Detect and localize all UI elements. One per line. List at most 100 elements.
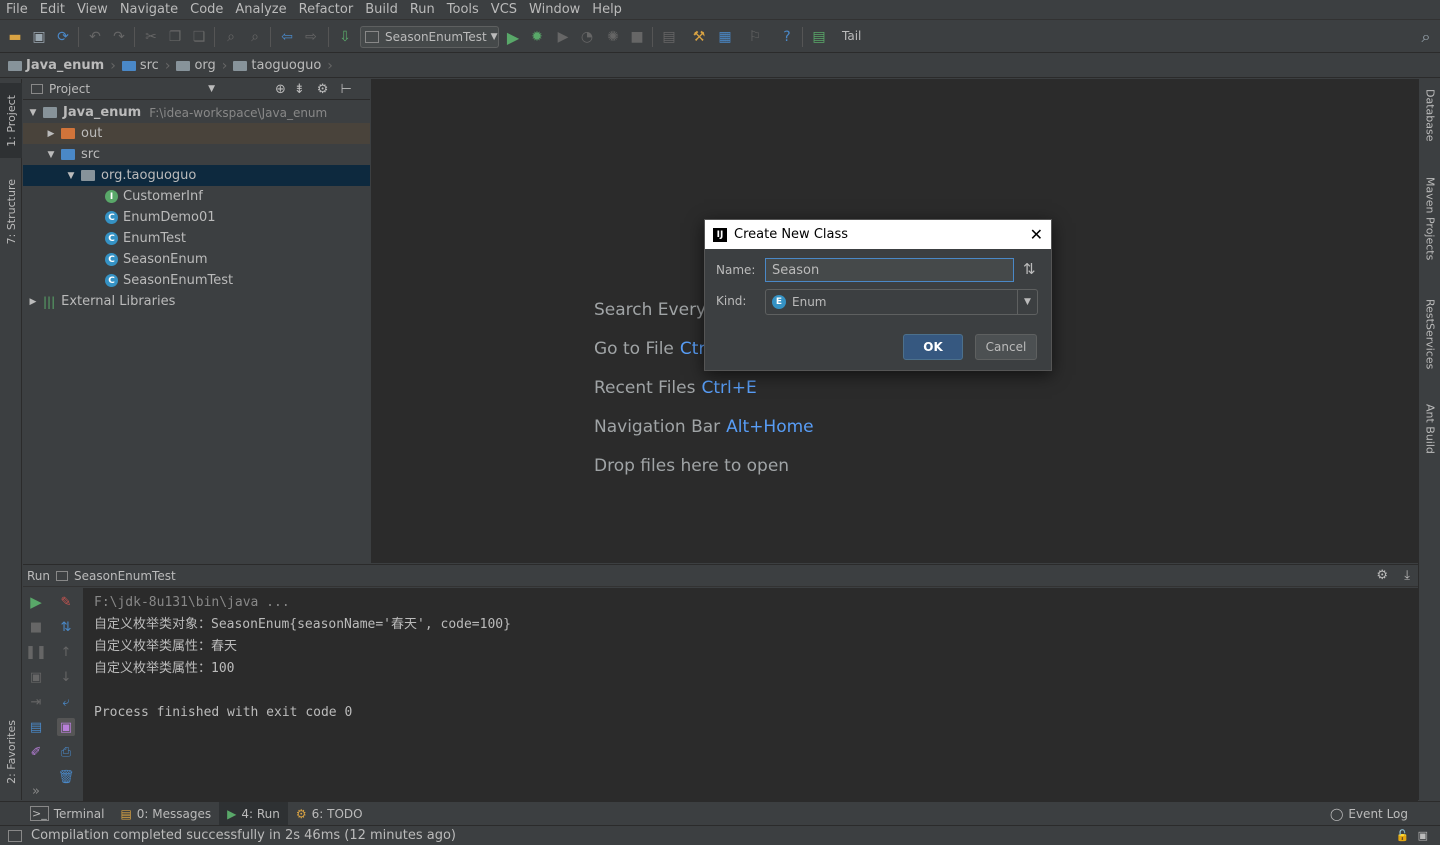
- run-icon[interactable]: ▶: [504, 28, 522, 47]
- down-arrow-icon[interactable]: ↓: [57, 668, 75, 686]
- menu-file[interactable]: File: [0, 0, 34, 20]
- tree-item-java-enum[interactable]: ▼ Java_enum F:\idea-workspace\Java_enum: [23, 102, 370, 123]
- build-project-icon[interactable]: ⇩: [336, 28, 354, 46]
- tab-maven-projects[interactable]: Maven Projects: [1419, 177, 1440, 277]
- menu-refactor[interactable]: Refactor: [293, 0, 360, 20]
- tab-database[interactable]: Database: [1419, 89, 1440, 159]
- lock-icon[interactable]: 🔓: [1396, 829, 1410, 842]
- tail-label[interactable]: Tail: [842, 29, 861, 43]
- stop-icon[interactable]: ■: [628, 28, 646, 46]
- concurrency-icon[interactable]: ✺: [604, 28, 622, 46]
- rerun-icon[interactable]: ▶: [27, 593, 45, 611]
- pause-icon[interactable]: ❚❚: [25, 643, 47, 661]
- project-structure-icon[interactable]: ▤: [660, 28, 678, 46]
- tab-structure[interactable]: 7: Structure: [0, 169, 22, 254]
- tab-rest-services[interactable]: RestServices: [1419, 299, 1440, 384]
- redo-icon[interactable]: ↷: [110, 28, 128, 46]
- hector-icon[interactable]: ▣: [1418, 829, 1428, 842]
- tool-windows-icon[interactable]: [8, 829, 22, 842]
- back-icon[interactable]: ⇦: [278, 28, 296, 46]
- tab-run[interactable]: ▶ 4: Run: [219, 801, 288, 826]
- forward-icon[interactable]: ⇨: [302, 28, 320, 46]
- replace-icon[interactable]: ⌕: [246, 28, 264, 46]
- hide-panel-icon[interactable]: ⊢: [340, 82, 351, 97]
- more-icon[interactable]: »: [27, 782, 45, 800]
- tree-item-src[interactable]: ▼ src: [23, 144, 370, 165]
- breadcrumb-src[interactable]: src: [121, 58, 159, 73]
- cancel-button[interactable]: Cancel: [975, 334, 1037, 360]
- tree-item-org-taoguoguo[interactable]: ▼ org.taoguoguo: [23, 165, 370, 186]
- run-configuration-select[interactable]: SeasonEnumTest ▼: [360, 26, 499, 48]
- tree-item-out[interactable]: ▶ out: [23, 123, 370, 144]
- menu-help[interactable]: Help: [586, 0, 628, 20]
- menu-vcs[interactable]: VCS: [485, 0, 523, 20]
- menu-build[interactable]: Build: [359, 0, 404, 20]
- sdk-icon[interactable]: ⚐: [746, 28, 764, 46]
- debug-icon[interactable]: ✹: [528, 28, 546, 46]
- exit-icon[interactable]: ⇥: [27, 693, 45, 711]
- breadcrumb-project[interactable]: Java_enum: [8, 58, 104, 73]
- breadcrumb-org[interactable]: org: [176, 58, 216, 73]
- tree-item-enumdemo01[interactable]: C EnumDemo01: [23, 207, 370, 228]
- paste-icon[interactable]: ❏: [190, 28, 208, 46]
- collapsed-arrow-icon[interactable]: ▶: [45, 129, 57, 139]
- stop-icon[interactable]: ■: [27, 618, 45, 636]
- tab-project[interactable]: 1: Project: [0, 83, 22, 158]
- menu-analyze[interactable]: Analyze: [229, 0, 292, 20]
- sort-arrows-icon[interactable]: ⇅: [1023, 260, 1036, 278]
- print-icon[interactable]: ⎙: [57, 743, 75, 761]
- tab-ant-build[interactable]: Ant Build: [1419, 404, 1440, 474]
- tab-favorites[interactable]: 2: Favorites: [0, 709, 22, 794]
- tree-item-enumtest[interactable]: C EnumTest: [23, 228, 370, 249]
- expanded-arrow-icon[interactable]: ▼: [65, 171, 77, 181]
- expanded-arrow-icon[interactable]: ▼: [45, 150, 57, 160]
- pin-icon[interactable]: ✐: [27, 743, 45, 761]
- run-config-tab[interactable]: SeasonEnumTest: [74, 569, 176, 583]
- save-all-icon[interactable]: ▣: [30, 28, 48, 46]
- menu-navigate[interactable]: Navigate: [114, 0, 184, 20]
- tab-event-log[interactable]: ◯ Event Log: [1322, 802, 1416, 826]
- dialog-title-bar[interactable]: IJ Create New Class ✕: [705, 220, 1051, 249]
- gear-icon[interactable]: ⚙: [317, 82, 329, 97]
- tab-terminal[interactable]: >_ Terminal: [22, 802, 112, 826]
- tree-item-seasonenumtest[interactable]: C SeasonEnumTest: [23, 270, 370, 291]
- chevron-down-icon[interactable]: ▼: [208, 84, 215, 94]
- layout-icon[interactable]: ▤: [27, 718, 45, 736]
- run-coverage-icon[interactable]: ▶: [554, 28, 572, 46]
- sync-icon[interactable]: ⟳: [54, 28, 72, 46]
- cut-icon[interactable]: ✂: [142, 28, 160, 46]
- collapsed-arrow-icon[interactable]: ▶: [27, 297, 39, 307]
- tab-todo[interactable]: ⚙ 6: TODO: [288, 802, 371, 826]
- open-folder-icon[interactable]: ▬: [6, 28, 24, 46]
- undo-icon[interactable]: ↶: [86, 28, 104, 46]
- ok-button[interactable]: OK: [903, 334, 963, 360]
- project-view-select[interactable]: Project: [49, 82, 90, 96]
- up-arrow-icon[interactable]: ↑: [57, 643, 75, 661]
- profile-icon[interactable]: ◔: [578, 28, 596, 46]
- tab-messages[interactable]: ▤ 0: Messages: [112, 802, 219, 826]
- dump-threads-icon[interactable]: ▣: [27, 668, 45, 686]
- structure-icon[interactable]: ▦: [716, 28, 734, 46]
- clear-all-icon[interactable]: 🗑: [57, 768, 75, 786]
- chevron-down-icon[interactable]: ▼: [1017, 290, 1037, 314]
- tree-item-external-libraries[interactable]: ▶ ||| External Libraries: [23, 291, 370, 312]
- menu-view[interactable]: View: [71, 0, 114, 20]
- hide-panel-icon[interactable]: ⤓: [1404, 568, 1410, 583]
- copy-icon[interactable]: ❐: [166, 28, 184, 46]
- menu-run[interactable]: Run: [404, 0, 441, 20]
- kind-select[interactable]: E Enum ▼: [765, 289, 1038, 315]
- menu-code[interactable]: Code: [184, 0, 229, 20]
- sort-icon[interactable]: ⇅: [57, 618, 75, 636]
- tree-item-seasonenum[interactable]: C SeasonEnum: [23, 249, 370, 270]
- settings-wrench-icon[interactable]: ⚒: [690, 28, 708, 46]
- menu-edit[interactable]: Edit: [34, 0, 71, 20]
- tail-icon[interactable]: ▤: [810, 28, 828, 46]
- expanded-arrow-icon[interactable]: ▼: [27, 108, 39, 118]
- edit-config-icon[interactable]: ✎: [57, 593, 75, 611]
- help-icon[interactable]: ?: [778, 28, 796, 46]
- menu-tools[interactable]: Tools: [441, 0, 485, 20]
- close-icon[interactable]: ✕: [1030, 225, 1043, 244]
- name-input[interactable]: [765, 258, 1014, 282]
- tree-item-customerinf[interactable]: I CustomerInf: [23, 186, 370, 207]
- console-output[interactable]: F:\jdk-8u131\bin\java ... 自定义枚举类对象：Seaso…: [83, 588, 1418, 801]
